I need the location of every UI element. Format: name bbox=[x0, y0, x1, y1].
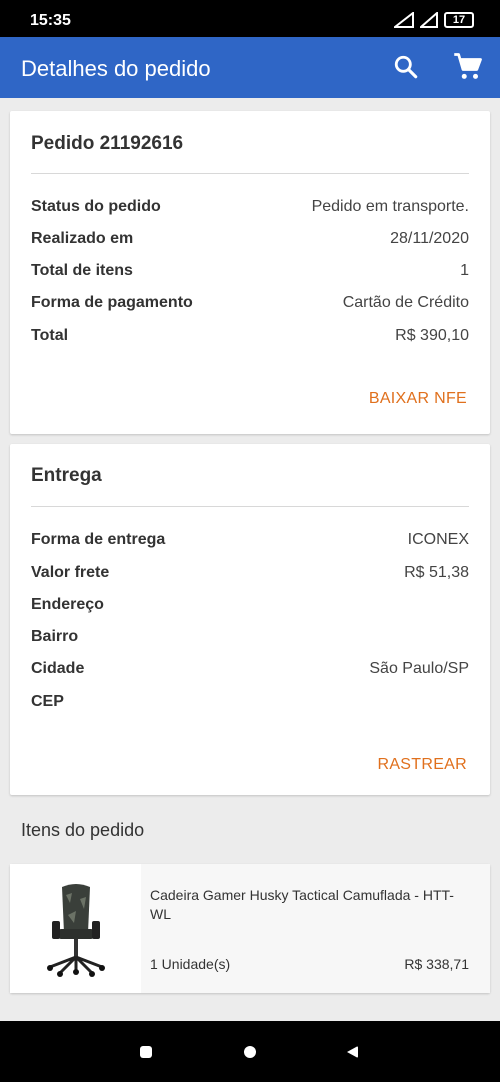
cart-button[interactable] bbox=[452, 51, 484, 83]
delivery-row-city: Cidade São Paulo/SP bbox=[31, 660, 469, 684]
download-nfe-button[interactable]: BAIXAR NFE bbox=[369, 390, 467, 408]
row-value: ICONEX bbox=[407, 531, 469, 548]
search-button[interactable] bbox=[390, 51, 422, 83]
items-heading: Itens do pedido bbox=[21, 820, 145, 840]
divider bbox=[31, 173, 469, 174]
order-row-payment: Forma de pagamento Cartão de Crédito bbox=[31, 294, 469, 318]
order-row-date: Realizado em 28/11/2020 bbox=[31, 230, 469, 254]
app-bar: Detalhes do pedido bbox=[0, 37, 500, 98]
delivery-row-method: Forma de entrega ICONEX bbox=[31, 531, 469, 555]
product-image bbox=[10, 864, 141, 993]
order-row-total: Total R$ 390,10 bbox=[31, 327, 469, 351]
delivery-title: Entrega bbox=[31, 465, 102, 486]
delivery-row-address: Endereço bbox=[31, 596, 469, 620]
signal-icon-2 bbox=[420, 12, 438, 28]
cart-icon bbox=[454, 53, 482, 79]
row-label: Forma de pagamento bbox=[31, 294, 193, 311]
row-label: Cidade bbox=[31, 660, 85, 677]
system-nav-bar bbox=[0, 1021, 500, 1082]
row-label: Realizado em bbox=[31, 230, 134, 247]
row-value: São Paulo/SP bbox=[369, 660, 469, 677]
item-price: R$ 338,71 bbox=[404, 956, 469, 972]
item-name: Cadeira Gamer Husky Tactical Camuflada -… bbox=[150, 887, 454, 922]
triangle-left-icon bbox=[347, 1046, 358, 1058]
row-label: Status do pedido bbox=[31, 198, 161, 215]
gaming-chair-image bbox=[46, 883, 105, 977]
row-label: Total bbox=[31, 327, 69, 344]
status-time: 15:35 bbox=[30, 12, 71, 29]
row-value: R$ 390,10 bbox=[395, 327, 469, 344]
divider bbox=[31, 506, 469, 507]
row-label: Forma de entrega bbox=[31, 531, 166, 548]
row-value: Pedido em transporte. bbox=[311, 198, 469, 215]
square-icon bbox=[140, 1046, 152, 1058]
order-card: Pedido 21192616 Status do pedido Pedido … bbox=[10, 111, 490, 434]
row-value: R$ 51,38 bbox=[404, 564, 469, 581]
row-label: Total de itens bbox=[31, 262, 133, 279]
back-button[interactable] bbox=[345, 1045, 359, 1059]
list-item[interactable]: Cadeira Gamer Husky Tactical Camuflada -… bbox=[10, 864, 490, 993]
item-quantity: 1 Unidade(s) bbox=[150, 956, 231, 972]
status-icons: 17 bbox=[394, 12, 474, 28]
row-label: Valor frete bbox=[31, 564, 110, 581]
row-value: Cartão de Crédito bbox=[342, 294, 469, 311]
order-row-status: Status do pedido Pedido em transporte. bbox=[31, 198, 469, 222]
home-button[interactable] bbox=[243, 1045, 257, 1059]
item-info: Cadeira Gamer Husky Tactical Camuflada -… bbox=[141, 864, 490, 993]
delivery-row-cep: CEP bbox=[31, 693, 469, 717]
delivery-card: Entrega Forma de entrega ICONEX Valor fr… bbox=[10, 444, 490, 795]
order-row-items: Total de itens 1 bbox=[31, 262, 469, 286]
track-button[interactable]: RASTREAR bbox=[377, 756, 467, 774]
order-title: Pedido 21192616 bbox=[31, 133, 184, 154]
recent-apps-button[interactable] bbox=[139, 1045, 153, 1059]
delivery-row-district: Bairro bbox=[31, 628, 469, 652]
delivery-row-freight: Valor frete R$ 51,38 bbox=[31, 564, 469, 588]
search-icon bbox=[394, 55, 418, 79]
battery-icon: 17 bbox=[444, 12, 474, 28]
row-label: Bairro bbox=[31, 628, 79, 645]
circle-icon bbox=[244, 1046, 256, 1058]
status-bar: 15:35 17 bbox=[0, 0, 500, 37]
row-label: CEP bbox=[31, 693, 64, 710]
row-value: 1 bbox=[460, 262, 469, 279]
row-label: Endereço bbox=[31, 596, 104, 613]
signal-icon bbox=[394, 12, 414, 28]
row-value: 28/11/2020 bbox=[390, 230, 469, 247]
page-title: Detalhes do pedido bbox=[21, 56, 211, 81]
